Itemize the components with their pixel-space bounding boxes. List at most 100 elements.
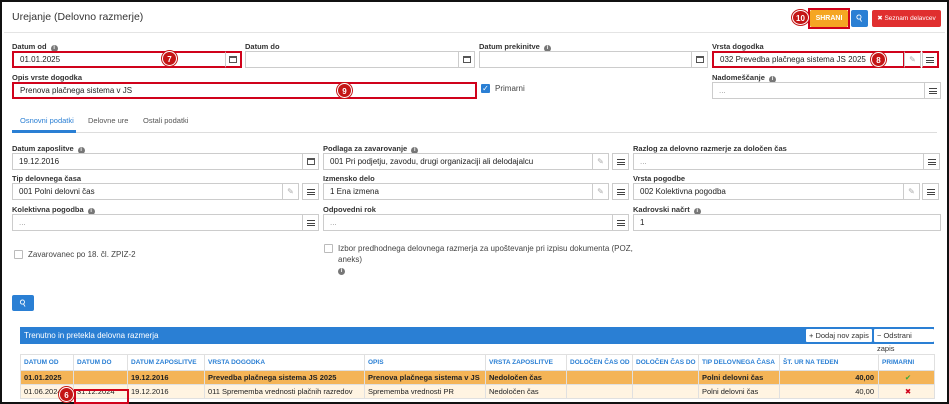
- primarni-checkbox[interactable]: ✓: [481, 84, 490, 93]
- col-vrsta-dogodka[interactable]: VRSTA DOGODKA: [204, 354, 365, 371]
- table-row[interactable]: 01.01.2025 19.12.2016 Prevedba plačnega …: [20, 370, 935, 385]
- marker-badge-6: 6: [59, 387, 74, 402]
- eraser-icon[interactable]: ✎: [904, 51, 921, 68]
- employee-list-button[interactable]: ✖ Seznam delavcev: [872, 10, 941, 27]
- cell: 40,00: [779, 370, 879, 385]
- col-tip-delovnega-casa[interactable]: TIP DELOVNEGA ČASA: [698, 354, 780, 371]
- grid-title: Trenutno in pretekla delovna razmerja: [24, 331, 159, 340]
- check-icon: ✔: [904, 373, 912, 382]
- tab-divider: [12, 132, 937, 133]
- kadrovski-nacrt-input[interactable]: 1: [633, 214, 941, 231]
- cell: 011 Sprememba vrednosti plačnih razredov: [204, 384, 365, 399]
- col-vrsta-zaposlitve[interactable]: VRSTA ZAPOSLITVE: [485, 354, 567, 371]
- datum-zaposlitve-input[interactable]: 19.12.2016: [12, 153, 303, 170]
- nadomescanje-input[interactable]: ...: [712, 82, 925, 99]
- col-datum-zaposlitve[interactable]: DATUM ZAPOSLITVE: [127, 354, 205, 371]
- vrsta-dogodka-label: Vrsta dogodka: [712, 42, 764, 51]
- active-tab-indicator: [12, 130, 76, 133]
- cell: [73, 370, 128, 385]
- cell: Nedoločen čas: [485, 370, 567, 385]
- list-icon[interactable]: [922, 183, 939, 200]
- list-icon[interactable]: [612, 183, 629, 200]
- calendar-icon[interactable]: [458, 51, 475, 68]
- col-dolocen-cas-od[interactable]: DOLOČEN ČAS OD: [566, 354, 633, 371]
- calendar-icon[interactable]: [225, 51, 242, 68]
- attach-button[interactable]: ⚲: [851, 10, 868, 27]
- cell: [566, 370, 633, 385]
- window-frame: Urejanje (Delovno razmerje) SHRANI 10 ⚲ …: [0, 0, 949, 404]
- izbor-label-line1: Izbor predhodnega delovnega razmerja za …: [338, 244, 633, 253]
- col-primarni[interactable]: PRIMARNI: [878, 354, 935, 371]
- employment-table: DATUM OD DATUM DO DATUM ZAPOSLITVE VRSTA…: [20, 354, 935, 399]
- cell: 19.12.2016: [127, 384, 205, 399]
- odpovedni-rok-label: Odpovedni rok: [323, 205, 376, 214]
- list-icon[interactable]: [922, 51, 939, 68]
- opis-input[interactable]: Prenova plačnega sistema v JS: [12, 82, 477, 99]
- tab-delovne-ure[interactable]: Delovne ure: [88, 116, 128, 125]
- izmensko-delo-input[interactable]: 1 Ena izmena: [323, 183, 593, 200]
- eraser-icon[interactable]: ✎: [903, 183, 920, 200]
- list-icon[interactable]: [612, 153, 629, 170]
- eraser-icon[interactable]: ✎: [282, 183, 299, 200]
- razlog-label: Razlog za delovno razmerje za določen ča…: [633, 144, 787, 153]
- izbor-info: i: [338, 265, 345, 275]
- marker-badge-10: 10: [792, 10, 809, 25]
- cell: 01.01.2025: [20, 370, 74, 385]
- page-title: Urejanje (Delovno razmerje): [12, 11, 144, 23]
- izbor-label-line2: aneks): [338, 255, 363, 264]
- attach-document-button[interactable]: ⚲: [12, 295, 34, 311]
- datum-od-input[interactable]: 01.01.2025: [12, 51, 227, 68]
- tab-osnovni-podatki[interactable]: Osnovni podatki: [20, 116, 74, 125]
- cell: 40,00: [779, 384, 879, 399]
- vrsta-pogodbe-input[interactable]: 002 Kolektivna pogodba: [633, 183, 904, 200]
- cell: ✖: [878, 384, 935, 399]
- cell: [632, 370, 699, 385]
- datum-do-label: Datum do: [245, 42, 280, 51]
- izbor-checkbox[interactable]: [324, 244, 333, 253]
- marker-badge-7: 7: [162, 51, 177, 66]
- list-icon[interactable]: [923, 153, 940, 170]
- izmensko-delo-label: Izmensko delo: [323, 174, 375, 183]
- odpovedni-rok-input[interactable]: ...: [323, 214, 613, 231]
- datum-do-input[interactable]: [245, 51, 460, 68]
- col-st-ur[interactable]: ŠT. UR NA TEDEN: [779, 354, 879, 371]
- paperclip-icon: ⚲: [17, 297, 29, 309]
- col-dolocen-cas-do[interactable]: DOLOČEN ČAS DO: [632, 354, 699, 371]
- info-icon: i: [338, 268, 345, 275]
- marker-badge-8: 8: [871, 52, 886, 67]
- datum-do-cell-highlight: [74, 389, 129, 404]
- add-record-button[interactable]: + Dodaj nov zapis: [806, 329, 872, 342]
- list-icon[interactable]: [612, 214, 629, 231]
- header-divider: [4, 32, 945, 33]
- tab-ostali-podatki[interactable]: Ostali podatki: [143, 116, 188, 125]
- cell: [632, 384, 699, 399]
- calendar-icon[interactable]: [302, 153, 319, 170]
- calendar-icon[interactable]: [691, 51, 708, 68]
- col-datum-do[interactable]: DATUM DO: [73, 354, 128, 371]
- grid-header-bar: Trenutno in pretekla delovna razmerja + …: [20, 327, 934, 353]
- razlog-input[interactable]: ...: [633, 153, 924, 170]
- list-icon[interactable]: [302, 183, 319, 200]
- eraser-icon[interactable]: ✎: [592, 153, 609, 170]
- zavarovanec-checkbox[interactable]: [14, 250, 23, 259]
- zavarovanec-label: Zavarovanec po 18. čl. ZPIZ-2: [28, 250, 136, 259]
- list-icon[interactable]: [924, 82, 941, 99]
- datum-prekinitve-input[interactable]: [479, 51, 692, 68]
- list-icon[interactable]: [302, 214, 319, 231]
- cell: Prenova plačnega sistema v JS: [364, 370, 486, 385]
- save-button[interactable]: SHRANI: [810, 10, 848, 27]
- podlaga-input[interactable]: 001 Pri podjetju, zavodu, drugi organiza…: [323, 153, 593, 170]
- eraser-icon[interactable]: ✎: [592, 183, 609, 200]
- table-row[interactable]: 01.06.2024 31.12.2024 19.12.2016 011 Spr…: [20, 384, 935, 399]
- primarni-label: Primarni: [495, 84, 525, 93]
- col-opis[interactable]: OPIS: [364, 354, 486, 371]
- kolektivna-pogodba-input[interactable]: ...: [12, 214, 303, 231]
- tip-delovnega-casa-label: Tip delovnega časa: [12, 174, 82, 183]
- col-datum-od[interactable]: DATUM OD: [20, 354, 74, 371]
- marker-badge-9: 9: [337, 83, 352, 98]
- cell: [566, 384, 633, 399]
- table-header-row: DATUM OD DATUM DO DATUM ZAPOSLITVE VRSTA…: [20, 354, 935, 371]
- remove-record-button[interactable]: − Odstrani zapis: [874, 329, 934, 353]
- tip-delovnega-casa-input[interactable]: 001 Polni delovni čas: [12, 183, 283, 200]
- cell: Polni delovni čas: [698, 370, 780, 385]
